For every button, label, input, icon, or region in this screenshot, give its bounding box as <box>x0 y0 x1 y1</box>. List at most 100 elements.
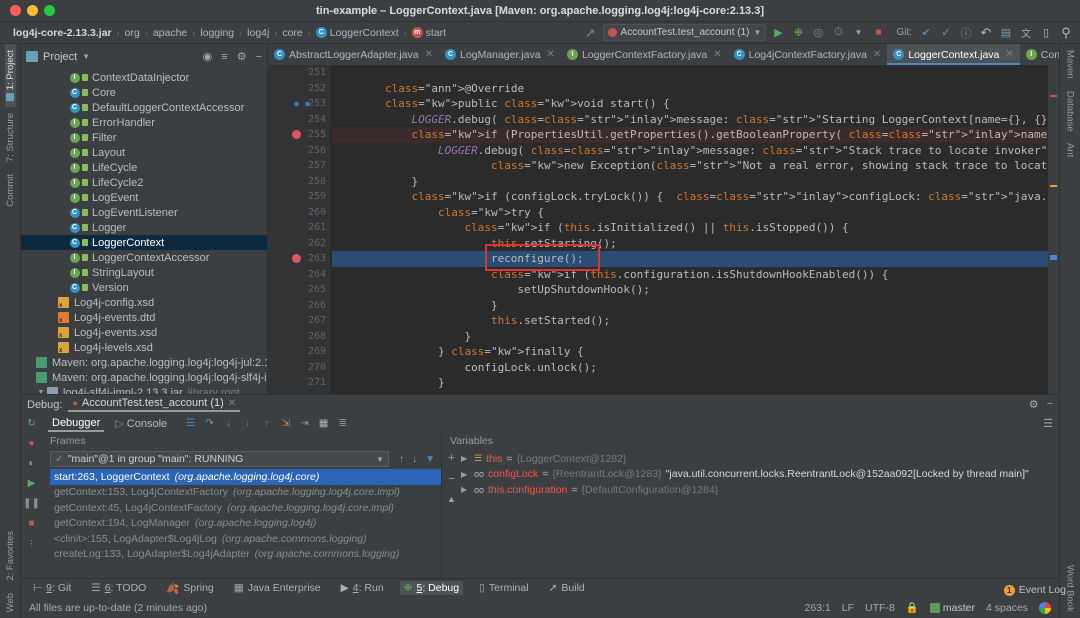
code-line[interactable]: class="kw">if (PropertiesUtil.getPropert… <box>332 127 1048 143</box>
drop-frame-icon[interactable]: ⇲ <box>279 417 292 430</box>
tool-window-button[interactable]: 🍂 Spring <box>162 581 217 596</box>
caret-position[interactable]: 263:1 <box>805 602 831 614</box>
event-log-widget[interactable]: 1 Event Log <box>1003 584 1066 596</box>
layout-icon[interactable]: ▤ <box>998 25 1014 41</box>
sidebar-item-favorites[interactable]: 2: Favorites <box>5 525 16 587</box>
editor-tab[interactable]: C LogManager.java ✕ <box>439 44 561 65</box>
mute-breakpoints-icon[interactable]: ● <box>25 437 38 450</box>
sidebar-item-structure[interactable]: 7: Structure <box>5 107 16 168</box>
git-history-icon[interactable]: ⓘ <box>958 25 974 41</box>
gutter-line[interactable]: 266 <box>268 298 330 314</box>
code-line[interactable]: class="kw">if (configLock.tryLock()) { c… <box>332 189 1048 205</box>
show-execution-point-icon[interactable]: ☰ <box>184 417 197 430</box>
code-line[interactable]: class="kw">if (this.isInitialized() || t… <box>332 220 1048 236</box>
breadcrumb-item-method[interactable]: m start <box>407 27 451 39</box>
rerun-icon[interactable]: ↻ <box>25 417 38 430</box>
more-icon[interactable]: ⋮ <box>25 537 38 550</box>
breadcrumb-item-jar[interactable]: log4j-core-2.13.3.jar <box>8 27 117 39</box>
run-configuration-selector[interactable]: AccountTest.test_account (1) ▼ <box>602 24 767 41</box>
stop-icon[interactable]: ■ <box>25 517 38 530</box>
resume-icon[interactable]: ▶ <box>25 477 38 490</box>
override-marker-icon[interactable]: ◉ <box>292 99 301 108</box>
hide-icon[interactable]: − <box>256 51 262 63</box>
variable-row[interactable]: ▶ ☰ this = {LoggerContext@1282} <box>461 451 1059 467</box>
tree-item[interactable]: C LogEventListener <box>21 205 267 220</box>
tree-item[interactable]: Log4j-levels.xsd <box>21 340 267 355</box>
tree-item[interactable]: ▼ log4j-slf4j-impl-2.13.3.jar library root <box>21 385 267 394</box>
maximize-button[interactable] <box>44 5 55 16</box>
tree-item[interactable]: Log4j-config.xsd <box>21 295 267 310</box>
tab-console[interactable]: ▷ Console <box>111 416 171 431</box>
run-icon[interactable]: ▶ <box>770 25 786 41</box>
gutter-line[interactable]: 272 <box>268 391 330 394</box>
code-editor[interactable]: 251 252 ◉ ◉ 253 254 255 256 257 258 259 260 261 262 26… <box>268 65 1059 394</box>
build-icon[interactable]: ➚ <box>583 25 599 41</box>
translate-icon[interactable]: 文 <box>1018 25 1034 41</box>
tree-item[interactable]: C Logger <box>21 220 267 235</box>
code-line[interactable]: } <box>332 375 1048 391</box>
code-line[interactable]: } <box>332 329 1048 345</box>
breakpoint-icon[interactable] <box>292 254 301 264</box>
sidebar-item-web[interactable]: Web <box>5 587 16 618</box>
tool-window-button[interactable]: ▶ 4: Run <box>337 581 388 595</box>
gutter-line[interactable]: 259 <box>268 189 330 205</box>
frames-down-icon[interactable]: ↓ <box>408 454 421 465</box>
editor-tab[interactable]: IContextSelector.java✕ <box>1020 44 1059 65</box>
gutter-line[interactable]: 263 <box>268 251 330 267</box>
step-out-icon[interactable]: ↑ <box>260 417 273 430</box>
close-icon[interactable]: ✕ <box>713 49 721 60</box>
step-over-icon[interactable]: ↷ <box>203 417 216 430</box>
git-update-icon[interactable]: ✔ <box>918 25 934 41</box>
tree-item[interactable]: I Layout <box>21 145 267 160</box>
run-to-cursor-icon[interactable]: ⇥ <box>298 417 311 430</box>
git-branch-widget[interactable]: master <box>929 602 975 614</box>
expander-icon[interactable]: ▶ <box>461 470 470 479</box>
presentation-icon[interactable]: ▯ <box>1038 25 1054 41</box>
code-line[interactable]: class="kw">if (this.configuration.isShut… <box>332 267 1048 283</box>
frames-list[interactable]: start:263, LoggerContext (org.apache.logg… <box>50 469 441 578</box>
tool-window-button[interactable]: ▯ Terminal <box>475 581 532 595</box>
code-line[interactable]: class="ann">@Override <box>332 81 1048 97</box>
gutter-line[interactable]: 269 <box>268 344 330 360</box>
breadcrumb-item-apache[interactable]: apache <box>148 27 192 39</box>
tree-item[interactable]: I LogEvent <box>21 190 267 205</box>
indent-setting[interactable]: 4 spaces <box>986 602 1028 614</box>
implement-marker-icon[interactable]: ◉ <box>303 99 312 108</box>
gutter-line[interactable]: 264 <box>268 267 330 283</box>
debug-session-tab[interactable]: ● AccountTest.test_account (1) ✕ <box>68 397 241 412</box>
frame-row[interactable]: createLog:133, LogAdapter$Log4jAdapter (o… <box>50 547 441 563</box>
close-icon[interactable]: ✕ <box>547 49 555 60</box>
editor-gutter[interactable]: 251 252 ◉ ◉ 253 254 255 256 257 258 259 260 261 262 26… <box>268 65 330 394</box>
gutter-line[interactable]: 258 <box>268 174 330 190</box>
chevron-down-icon[interactable]: ▼ <box>850 25 866 41</box>
tree-item[interactable]: Maven: org.apache.logging.log4j:log4j-sl… <box>21 370 267 385</box>
tool-window-button[interactable]: ➚ Build <box>545 581 589 595</box>
frame-row[interactable]: <clinit>:155, LogAdapter$Log4jLog (org.ap… <box>50 531 441 547</box>
breadcrumb-item-log4j[interactable]: log4j <box>242 27 274 39</box>
frames-up-icon[interactable]: ↑ <box>395 454 408 465</box>
tree-item[interactable]: Log4j-events.xsd <box>21 325 267 340</box>
window-controls[interactable] <box>0 5 55 16</box>
close-button[interactable] <box>10 5 21 16</box>
code-line[interactable]: setUpShutdownHook(); <box>332 282 1048 298</box>
close-icon[interactable]: ✕ <box>425 49 433 60</box>
tree-item[interactable]: Log4j-events.dtd <box>21 310 267 325</box>
sidebar-item-maven[interactable]: Maven <box>1065 44 1076 85</box>
project-tree[interactable]: I ContextDataInjector C Core C DefaultLoggerC… <box>21 69 267 394</box>
tree-item[interactable]: I LifeCycle2 <box>21 175 267 190</box>
gutter-line[interactable]: 255 <box>268 127 330 143</box>
tool-window-button[interactable]: ▦ Java Enterprise <box>230 581 325 595</box>
gutter-line[interactable]: 254 <box>268 112 330 128</box>
gutter-line[interactable]: 267 <box>268 313 330 329</box>
tree-item[interactable]: C LoggerContext <box>21 235 267 250</box>
search-everywhere-icon[interactable]: ⚲ <box>1058 25 1074 41</box>
code-line[interactable]: configLock.unlock(); <box>332 360 1048 376</box>
git-rollback-icon[interactable]: ↶ <box>978 25 994 41</box>
gutter-line[interactable]: 260 <box>268 205 330 221</box>
code-line[interactable]: LOGGER.debug( class=class="str">"inlay">… <box>332 112 1048 128</box>
code-line[interactable]: class="kw">new Exception(class="str">"No… <box>332 158 1048 174</box>
settings-icon[interactable]: ≣ <box>336 417 349 430</box>
editor-tab[interactable]: I LoggerContextFactory.java ✕ <box>561 44 728 65</box>
breadcrumb-item-class[interactable]: C LoggerContext <box>311 27 404 39</box>
expander-icon[interactable]: ▶ <box>461 454 470 463</box>
